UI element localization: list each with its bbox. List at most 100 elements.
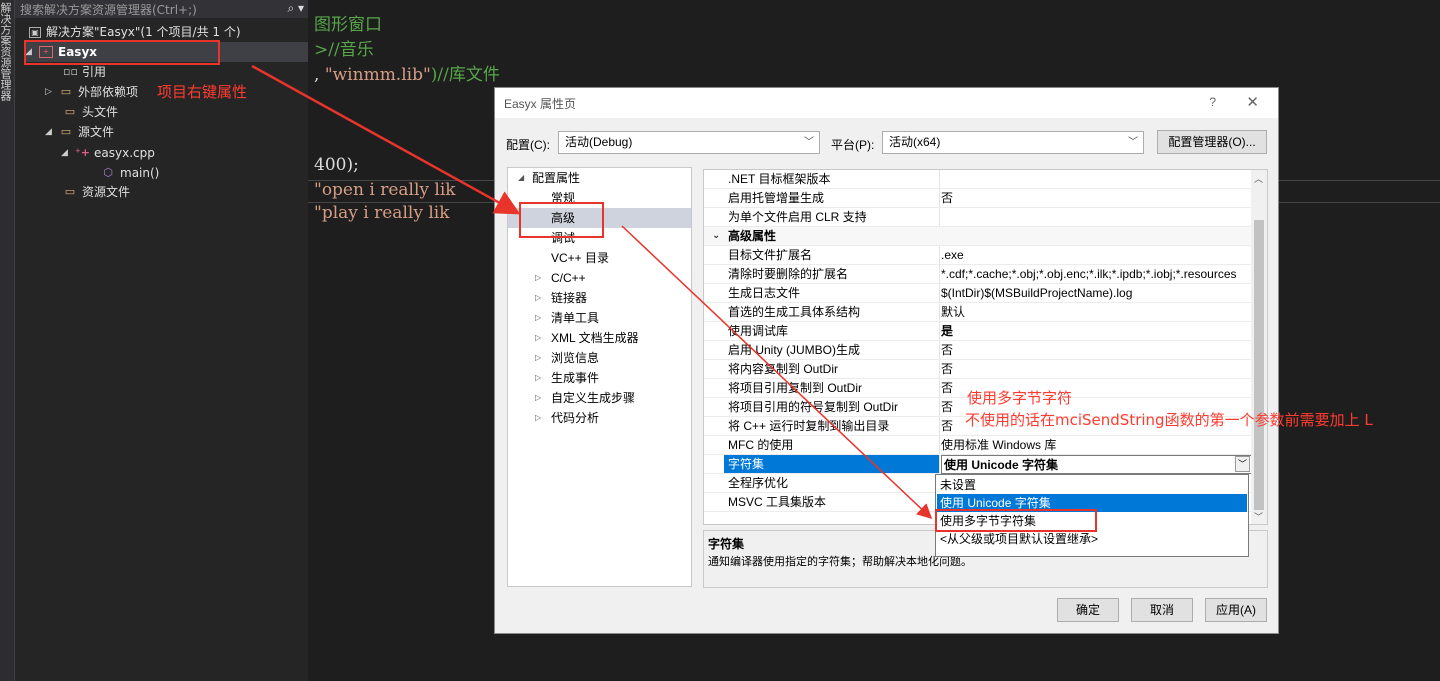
- tree-node-main-function[interactable]: ⬡ main(): [101, 163, 159, 183]
- property-name: .NET 目标框架版本: [728, 172, 831, 186]
- code-line[interactable]: 图形窗口: [314, 10, 382, 35]
- property-value[interactable]: .exe: [941, 246, 1253, 264]
- property-value[interactable]: 否: [941, 341, 1253, 359]
- property-category-row[interactable]: ⌄ 高级属性: [704, 227, 1253, 246]
- solution-explorer-search[interactable]: 搜索解决方案资源管理器(Ctrl+;) ⌕ ▾: [15, 0, 308, 18]
- tree-item-page[interactable]: ▷ 生成事件: [535, 368, 599, 388]
- config-select[interactable]: 活动(Debug) ﹀: [558, 131, 820, 154]
- property-value[interactable]: 是: [941, 322, 1253, 340]
- code-line[interactable]: "play i really lik: [314, 203, 450, 223]
- cancel-button[interactable]: 取消: [1131, 598, 1193, 622]
- tree-node-references[interactable]: ▫▫ 引用: [63, 62, 106, 82]
- expanded-arrow-icon[interactable]: ◢: [61, 143, 71, 163]
- tree-item-page[interactable]: ▷ XML 文档生成器: [535, 328, 639, 348]
- collapsed-arrow-icon[interactable]: ▷: [535, 408, 541, 428]
- folder-icon: ▭: [64, 185, 76, 198]
- collapsed-arrow-icon[interactable]: ▷: [535, 288, 541, 308]
- code-line[interactable]: 400);: [314, 155, 359, 175]
- tree-node-label: main(): [120, 166, 160, 180]
- property-row[interactable]: 为单个文件启用 CLR 支持: [704, 208, 1253, 227]
- vertical-scrollbar[interactable]: ︿ ﹀: [1251, 170, 1267, 524]
- tree-node-cpp-file[interactable]: ◢ ⁺+ easyx.cpp: [61, 143, 155, 163]
- scroll-down-icon[interactable]: ﹀: [1254, 510, 1263, 523]
- property-row[interactable]: MFC 的使用 使用标准 Windows 库: [704, 436, 1253, 455]
- property-name: 使用调试库: [728, 324, 789, 338]
- folder-icon: ▭: [60, 125, 72, 138]
- property-row[interactable]: 清除时要删除的扩展名 *.cdf;*.cache;*.obj;*.obj.enc;…: [704, 265, 1253, 284]
- property-row[interactable]: 启用托管增量生成 否: [704, 189, 1253, 208]
- column-separator: [939, 398, 940, 416]
- column-separator: [939, 360, 940, 378]
- property-row[interactable]: 字符集 使用 Unicode 字符集 ﹀: [704, 455, 1253, 474]
- property-name: 为单个文件启用 CLR 支持: [728, 210, 867, 224]
- code-line[interactable]: >//音乐: [314, 35, 374, 60]
- collapsed-arrow-icon[interactable]: ▷: [535, 388, 541, 408]
- code-line[interactable]: "open i really lik: [314, 180, 456, 200]
- dropdown-option-inherit[interactable]: <从父级或项目默认设置继承>: [937, 530, 1247, 548]
- expanded-arrow-icon[interactable]: ◢: [518, 168, 524, 188]
- scroll-up-icon[interactable]: ︿: [1254, 172, 1263, 185]
- code-token: "winmm.lib": [324, 65, 431, 85]
- property-name: 生成日志文件: [728, 286, 801, 300]
- expanded-arrow-icon[interactable]: ◢: [45, 122, 55, 142]
- property-row[interactable]: 启用 Unity (JUMBO)生成 否: [704, 341, 1253, 360]
- scrollbar-thumb[interactable]: [1254, 220, 1264, 510]
- tree-item-label: 自定义生成步骤: [551, 391, 636, 405]
- collapsed-arrow-icon[interactable]: ▷: [535, 268, 541, 288]
- tree-node-label: 引用: [82, 65, 107, 79]
- apply-button[interactable]: 应用(A): [1205, 598, 1267, 622]
- tree-item-page[interactable]: ▷ 代码分析: [535, 408, 599, 428]
- help-icon[interactable]: ?: [1209, 95, 1216, 109]
- collapsed-arrow-icon[interactable]: ▷: [45, 82, 55, 102]
- tree-item-label: VC++ 目录: [551, 251, 610, 265]
- collapsed-arrow-icon[interactable]: ▷: [535, 328, 541, 348]
- code-line[interactable]: , "winmm.lib")//库文件: [314, 60, 500, 85]
- property-name: 启用 Unity (JUMBO)生成: [728, 343, 861, 357]
- tree-item-page[interactable]: ▷ 清单工具: [535, 308, 599, 328]
- tree-item-page[interactable]: ▷ 链接器: [535, 288, 587, 308]
- collapsed-arrow-icon[interactable]: ▷: [535, 348, 541, 368]
- platform-select[interactable]: 活动(x64) ﹀: [882, 131, 1144, 154]
- solution-explorer-side-tab[interactable]: 解决方案资源管理器: [0, 0, 15, 681]
- config-manager-button[interactable]: 配置管理器(O)...: [1157, 130, 1267, 154]
- column-separator: [939, 455, 940, 473]
- property-row[interactable]: 目标文件扩展名 .exe: [704, 246, 1253, 265]
- property-row[interactable]: 使用调试库 是: [704, 322, 1253, 341]
- tree-item-page[interactable]: ▷ 浏览信息: [535, 348, 599, 368]
- close-icon[interactable]: ✕: [1246, 93, 1259, 111]
- property-name: 字符集: [728, 457, 765, 471]
- tree-item-label: XML 文档生成器: [551, 331, 639, 345]
- property-value[interactable]: 否: [941, 360, 1253, 378]
- property-row[interactable]: 首选的生成工具体系结构 默认: [704, 303, 1253, 322]
- property-value[interactable]: 否: [941, 189, 1253, 207]
- property-row[interactable]: 生成日志文件 $(IntDir)$(MSBuildProjectName).log: [704, 284, 1253, 303]
- tree-node-label: 外部依赖项: [78, 85, 139, 99]
- tree-node-resource-files[interactable]: ▭ 资源文件: [63, 182, 130, 202]
- tree-node-external-deps[interactable]: ▷ ▭ 外部依赖项: [45, 82, 138, 102]
- property-row[interactable]: .NET 目标框架版本: [704, 170, 1253, 189]
- collapsed-arrow-icon[interactable]: ▷: [535, 308, 541, 328]
- tree-item-page[interactable]: VC++ 目录: [551, 248, 609, 268]
- tree-node-source-files[interactable]: ◢ ▭ 源文件: [45, 122, 114, 142]
- search-icon[interactable]: ⌕ ▾: [287, 1, 304, 16]
- collapse-arrow-icon[interactable]: ⌄: [712, 227, 720, 245]
- property-row[interactable]: 将内容复制到 OutDir 否: [704, 360, 1253, 379]
- tree-item-page[interactable]: ▷ C/C++: [535, 268, 586, 288]
- collapsed-arrow-icon[interactable]: ▷: [535, 368, 541, 388]
- ok-button[interactable]: 确定: [1057, 598, 1119, 622]
- tree-item-page[interactable]: ▷ 自定义生成步骤: [535, 388, 636, 408]
- tree-item-label: 配置属性: [532, 171, 581, 185]
- property-value[interactable]: $(IntDir)$(MSBuildProjectName).log: [941, 284, 1253, 302]
- property-value[interactable]: 使用标准 Windows 库: [941, 436, 1253, 454]
- property-value[interactable]: 默认: [941, 303, 1253, 321]
- dropdown-option-not-set[interactable]: 未设置: [937, 476, 1247, 494]
- tree-item-config-properties[interactable]: ◢ 配置属性: [518, 168, 581, 188]
- chevron-down-icon[interactable]: ﹀: [1235, 456, 1250, 472]
- property-value[interactable]: *.cdf;*.cache;*.obj;*.obj.enc;*.ilk;*.ip…: [941, 265, 1253, 283]
- column-separator: [939, 265, 940, 283]
- tree-node-header-files[interactable]: ▭ 头文件: [63, 102, 118, 122]
- tree-node-solution[interactable]: ▣ 解决方案"Easyx"(1 个项目/共 1 个): [29, 22, 241, 42]
- tree-node-label: 资源文件: [82, 185, 131, 199]
- property-value[interactable]: 使用 Unicode 字符集: [941, 455, 1253, 474]
- solution-explorer-panel: 搜索解决方案资源管理器(Ctrl+;) ⌕ ▾ ▣ 解决方案"Easyx"(1 …: [15, 0, 308, 681]
